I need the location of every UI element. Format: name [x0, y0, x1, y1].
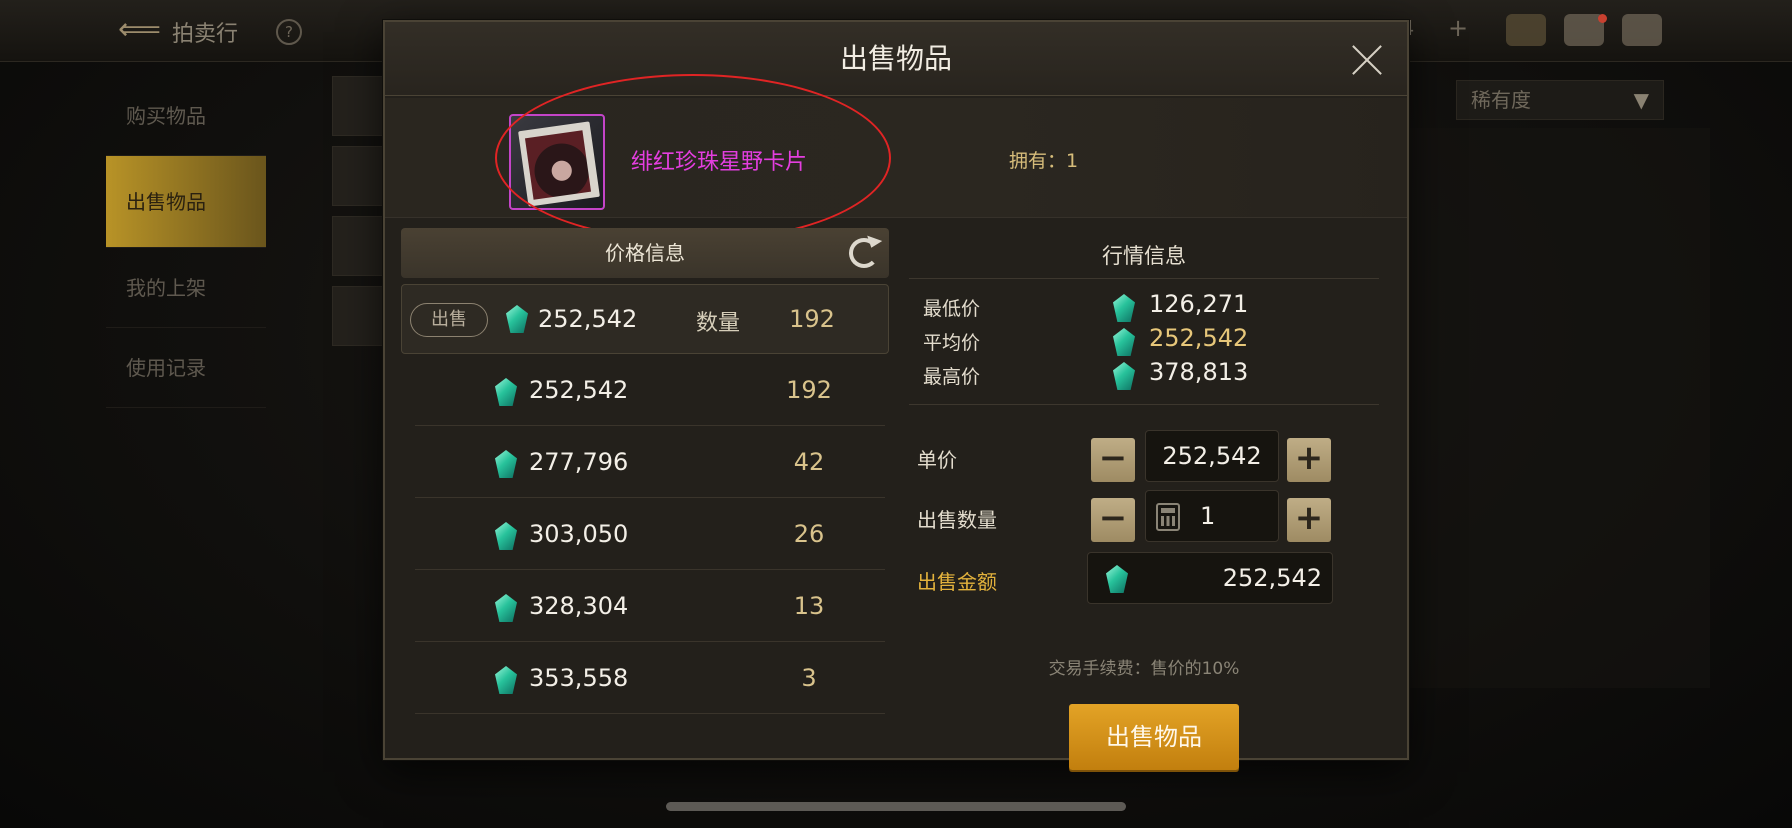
price-row[interactable]: 353,558 3 [415, 642, 885, 714]
dropdown-arrow-icon: ▼ [1633, 88, 1649, 112]
price-row[interactable]: 303,050 26 [415, 498, 885, 570]
price-row[interactable]: 277,796 42 [415, 426, 885, 498]
price-info-header: 价格信息 [401, 228, 889, 278]
quantity-label: 出售数量 [917, 508, 997, 532]
price-row[interactable]: 出售 252,542 数量 192 [401, 284, 889, 354]
dialog-title: 出售物品 [839, 42, 952, 75]
gem-icon [506, 305, 528, 333]
total-amount-display: 252,542 [1087, 552, 1333, 604]
min-price-label: 最低价 [923, 298, 981, 320]
row-qty: 26 [793, 520, 825, 548]
unit-price-input[interactable]: 252,542 [1145, 430, 1279, 482]
price-row[interactable]: 252,542 192 [415, 354, 885, 426]
fee-note: 交易手续费：售价的10% [1048, 659, 1240, 679]
row-price: 277,796 [529, 448, 629, 476]
gem-icon [1113, 328, 1135, 356]
add-currency-icon[interactable]: + [1448, 14, 1468, 42]
quantity-label: 数量 [696, 311, 741, 336]
row-qty: 13 [793, 592, 825, 620]
sort-label: 稀有度 [1471, 88, 1531, 112]
background-panel [1410, 128, 1710, 688]
quantity-plus-button[interactable]: + [1287, 498, 1331, 542]
sell-item-button[interactable]: 出售物品 [1069, 704, 1239, 770]
market-info-title: 行情信息 [1102, 244, 1186, 268]
background-slot [332, 146, 384, 206]
divider [909, 278, 1379, 279]
home-indicator[interactable] [666, 802, 1126, 811]
price-row[interactable]: 328,304 13 [415, 570, 885, 642]
price-info-panel: 价格信息 出售 252,542 数量 192 252,542 192 277,7… [401, 228, 889, 748]
refresh-icon[interactable] [849, 238, 879, 268]
quantity-value: 1 [1200, 502, 1216, 530]
gem-icon [495, 522, 517, 550]
total-amount-value: 252,542 [1222, 564, 1322, 592]
background-slot [332, 216, 384, 276]
background-slot [332, 76, 384, 136]
avg-price-value: 252,542 [1149, 324, 1249, 352]
auction-title: 拍卖行 [172, 22, 239, 47]
dialog-header: 出售物品 [385, 22, 1407, 96]
min-price-value: 126,271 [1149, 290, 1249, 318]
unit-price-plus-button[interactable]: + [1287, 438, 1331, 482]
max-price-label: 最高价 [923, 366, 981, 388]
quantity-minus-button[interactable]: − [1091, 498, 1135, 542]
back-arrow-icon[interactable]: ⟸ [118, 12, 161, 48]
quantity-input[interactable]: 1 [1145, 490, 1279, 542]
gem-icon [495, 450, 517, 478]
row-price: 252,542 [529, 376, 629, 404]
gem-icon [1106, 565, 1128, 593]
side-item-sell[interactable]: 出售物品 [106, 156, 266, 248]
notification-dot [1598, 14, 1607, 23]
sell-tag: 出售 [410, 303, 488, 337]
side-nav: 购买物品 出售物品 我的上架 使用记录 [106, 76, 266, 408]
side-item-my-listings[interactable]: 我的上架 [106, 248, 266, 328]
unit-price-label: 单价 [917, 448, 957, 472]
row-price: 328,304 [529, 592, 629, 620]
market-info-panel: 行情信息 最低价 126,271 平均价 252,542 最高价 378,813… [899, 228, 1389, 770]
gem-icon [495, 594, 517, 622]
total-amount-label: 出售金额 [917, 570, 997, 594]
owned-count: 拥有：1 [1009, 150, 1079, 172]
help-icon[interactable]: ? [276, 19, 302, 45]
price-info-title: 价格信息 [605, 241, 685, 265]
annotation-ellipse [495, 74, 891, 242]
divider [909, 404, 1379, 405]
max-price-value: 378,813 [1149, 358, 1249, 386]
row-qty: 192 [786, 376, 832, 404]
side-item-buy[interactable]: 购买物品 [106, 76, 266, 156]
chat-icon[interactable] [1622, 14, 1662, 46]
treasure-box-icon[interactable] [1506, 14, 1546, 46]
unit-price-minus-button[interactable]: − [1091, 438, 1135, 482]
sell-item-dialog: 出售物品 绯红珍珠星野卡片 拥有：1 价格信息 出售 252,542 数量 19… [383, 20, 1409, 770]
row-price: 353,558 [529, 664, 629, 692]
gem-icon [495, 666, 517, 694]
row-qty: 192 [789, 305, 835, 333]
gem-icon [495, 378, 517, 406]
row-qty: 3 [801, 664, 817, 692]
gem-icon [1113, 362, 1135, 390]
gem-icon [1113, 294, 1135, 322]
calculator-icon[interactable] [1156, 503, 1180, 531]
row-price: 252,542 [538, 305, 638, 333]
row-price: 303,050 [529, 520, 629, 548]
background-slot [332, 286, 384, 346]
side-item-history[interactable]: 使用记录 [106, 328, 266, 408]
row-qty: 42 [793, 448, 825, 476]
close-icon[interactable] [1349, 40, 1385, 76]
sort-dropdown[interactable]: 稀有度 ▼ [1456, 80, 1664, 120]
avg-price-label: 平均价 [923, 332, 981, 354]
